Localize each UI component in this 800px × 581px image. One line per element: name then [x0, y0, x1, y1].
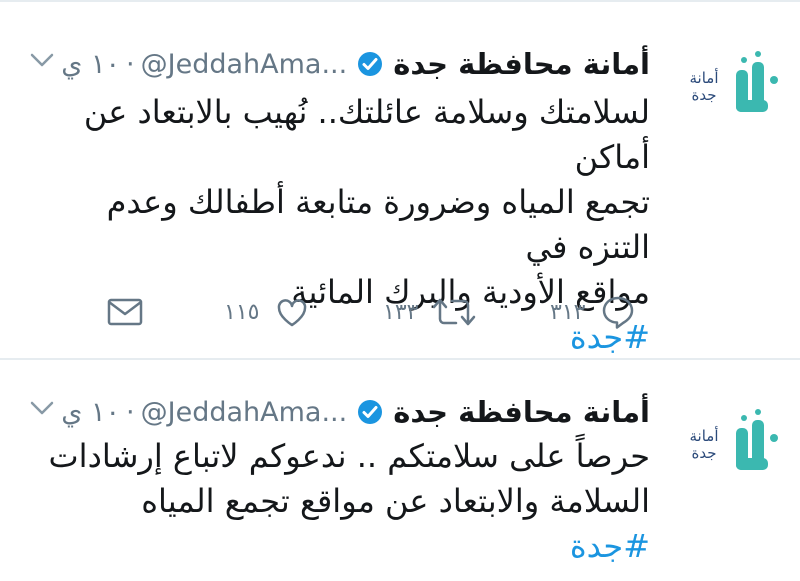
direct-message-button[interactable] — [106, 290, 144, 334]
avatar[interactable]: أمانة جدة — [678, 398, 784, 504]
hashtag-link[interactable]: #جدة — [30, 524, 650, 569]
tweet-header: أمانة محافظة جدة @JeddahAma... · ١٠ ي — [20, 392, 650, 432]
envelope-icon — [107, 298, 143, 326]
reply-count: ٣١٣ — [550, 299, 586, 325]
avatar-label: أمانة جدة — [689, 427, 719, 462]
tweet-text-line: تجمع المياه وضرورة متابعة أطفالك وعدم ال… — [106, 183, 650, 266]
tweet-text-line: حرصاً على سلامتكم .. ندعوكم لاتباع إرشاد… — [48, 437, 650, 475]
avatar[interactable]: أمانة جدة — [678, 40, 784, 146]
chevron-down-icon[interactable] — [30, 400, 54, 416]
like-count: ١١٥ — [224, 299, 260, 325]
reply-icon — [603, 296, 634, 329]
display-name[interactable]: أمانة محافظة جدة — [393, 47, 650, 81]
tweet[interactable]: أمانة جدة أمانة محافظة جدة @JeddahAma...… — [0, 360, 800, 581]
tweet-text-line: لسلامتك وسلامة عائلتك.. نُهيب بالابتعاد … — [83, 93, 650, 176]
tweet-header: أمانة محافظة جدة @JeddahAma... · ١٠ ي — [20, 44, 650, 84]
tweet[interactable]: أمانة جدة أمانة محافظة جدة @JeddahAma...… — [0, 0, 800, 358]
handle[interactable]: @JeddahAma... — [141, 49, 348, 80]
handle[interactable]: @JeddahAma... — [141, 397, 348, 428]
timestamp[interactable]: ١٠ ي — [61, 397, 120, 428]
verified-icon — [357, 399, 383, 425]
retweet-icon — [433, 298, 476, 326]
timestamp[interactable]: ١٠ ي — [61, 49, 120, 80]
tweet-text: حرصاً على سلامتكم .. ندعوكم لاتباع إرشاد… — [30, 434, 650, 569]
tweet-text-line: السلامة والابتعاد عن مواقع تجمع المياه — [141, 482, 650, 520]
separator: · — [126, 48, 135, 80]
reply-button[interactable]: ٣١٣ — [550, 290, 637, 334]
separator: · — [126, 396, 135, 428]
timeline: أمانة جدة أمانة محافظة جدة @JeddahAma...… — [0, 0, 800, 581]
heart-icon — [278, 299, 307, 327]
retweet-button[interactable]: ١٣٣ — [383, 290, 476, 334]
like-button[interactable]: ١١٥ — [224, 290, 311, 334]
avatar-label: أمانة جدة — [689, 69, 719, 104]
chevron-down-icon[interactable] — [30, 52, 54, 68]
display-name[interactable]: أمانة محافظة جدة — [393, 395, 650, 429]
retweet-count: ١٣٣ — [383, 299, 419, 325]
tweet-actions: ٣١٣ ١٣٣ ١١٥ — [0, 290, 800, 334]
verified-icon — [357, 51, 383, 77]
